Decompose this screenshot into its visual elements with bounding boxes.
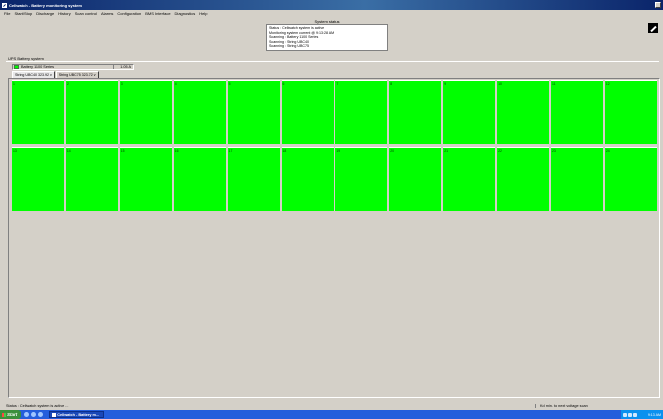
cell-block[interactable]: 7 (335, 80, 388, 144)
cell-number: 20 (390, 149, 395, 153)
cell-number: 15 (120, 149, 125, 153)
cell-grid: 1 2 3 4 5 6 7 8 9 10 11 12 13 14 15 16 17 18 19 20 21 22 23 24 (12, 80, 659, 215)
cell-block[interactable]: 12 (604, 80, 657, 144)
menu-bms-interface[interactable]: BMS Interface (145, 11, 170, 16)
tab-string-ubc75[interactable]: String UBC75 323.72 v (55, 71, 99, 78)
menu-diagnostics[interactable]: Diagnostics (175, 11, 196, 16)
cell-block[interactable]: 9 (443, 80, 496, 144)
status-line: Scanning : String UBC75 (269, 44, 309, 49)
cell-block[interactable]: 1 (12, 80, 64, 144)
media-icon[interactable] (38, 412, 44, 417)
taskbar-item-cellwatch[interactable]: Cellwatch - Battery m... (49, 411, 105, 418)
cell-number: 4 (174, 82, 177, 86)
window-controls (655, 2, 661, 8)
menu-help[interactable]: Help (199, 11, 207, 16)
security-icon[interactable] (633, 412, 637, 417)
menu-scan-control[interactable]: Scan control (75, 11, 97, 16)
cell-block[interactable]: 19 (335, 147, 388, 211)
network-icon[interactable] (623, 412, 627, 417)
start-button[interactable]: Start (0, 410, 22, 419)
string-tabs: String UBC40 323.92 v String UBC75 323.7… (12, 71, 100, 78)
cell-number: 17 (228, 149, 233, 153)
app-icon (2, 2, 7, 8)
desktop-icon[interactable] (31, 412, 37, 417)
cell-number: 24 (605, 149, 610, 153)
cell-block[interactable]: 8 (389, 80, 442, 144)
cell-number: 8 (390, 82, 393, 86)
next-scan-text: Kd min. to next voltage scan (535, 404, 663, 408)
cell-number: 10 (498, 82, 502, 86)
cell-number: 16 (174, 149, 179, 153)
cell-block[interactable]: 22 (497, 147, 550, 211)
cell-number: 9 (444, 82, 447, 86)
menu-history[interactable]: History (58, 11, 70, 16)
cell-number: 14 (66, 149, 71, 153)
cell-number: 12 (605, 82, 610, 86)
cell-number: 7 (336, 82, 339, 86)
title-bar: Cellwatch - Battery monitoring system (0, 0, 663, 10)
cell-block[interactable]: 20 (389, 147, 442, 211)
windows-logo-icon (2, 412, 6, 417)
section-divider (6, 61, 659, 62)
cell-block[interactable]: 10 (497, 80, 550, 144)
cell-number: 5 (228, 82, 231, 86)
quick-launch (24, 412, 44, 417)
system-status-box: System status Status : Cellwatch system … (266, 19, 388, 51)
cell-number: 2 (66, 82, 69, 86)
cell-number: 23 (552, 149, 556, 153)
cell-number: 18 (282, 149, 287, 153)
menu-discharge[interactable]: Discharge (36, 11, 54, 16)
status-bar: Status : Cellwatch system is active ... … (0, 403, 663, 409)
tab-string-ubc40[interactable]: String UBC40 323.92 v (12, 71, 55, 78)
cell-block[interactable]: 11 (551, 80, 603, 144)
cell-number: 21 (444, 149, 448, 153)
cell-number: 13 (13, 149, 17, 153)
menu-bar: File Start/Stop Discharge History Scan c… (0, 10, 663, 17)
cell-block[interactable]: 16 (173, 147, 226, 211)
cell-block[interactable]: 13 (12, 147, 64, 211)
cell-block[interactable]: 24 (604, 147, 657, 211)
cell-number: 6 (282, 82, 285, 86)
cell-block[interactable]: 3 (119, 80, 172, 144)
cell-block[interactable]: 18 (281, 147, 334, 211)
start-label: Start (7, 412, 18, 417)
system-status-list[interactable]: Status : Cellwatch system is active Moni… (266, 24, 388, 51)
cell-block[interactable]: 23 (551, 147, 603, 211)
menu-start-stop[interactable]: Start/Stop (14, 11, 32, 16)
cell-block[interactable]: 4 (173, 80, 226, 144)
status-text: Status : Cellwatch system is active ... (6, 404, 69, 408)
cell-block[interactable]: 15 (119, 147, 172, 211)
volume-icon[interactable] (628, 412, 632, 417)
menu-alarms[interactable]: Alarms (101, 11, 113, 16)
cellwatch-logo-icon (648, 23, 658, 33)
battery-reading: 1.05 A (113, 65, 133, 69)
window-title: Cellwatch - Battery monitoring system (9, 2, 82, 8)
close-icon[interactable] (655, 2, 661, 8)
menu-configuration[interactable]: Configuration (117, 11, 141, 16)
cell-block[interactable]: 21 (443, 147, 496, 211)
cell-number: 11 (552, 82, 556, 86)
browser-icon[interactable] (24, 412, 30, 417)
battery-status-icon (14, 65, 19, 69)
taskbar-item-label: Cellwatch - Battery m... (57, 412, 100, 417)
cell-number: 19 (336, 149, 341, 153)
cell-block[interactable]: 14 (65, 147, 118, 211)
cell-block[interactable]: 6 (281, 80, 334, 144)
system-tray: 9:13 AM (621, 410, 663, 419)
cell-block[interactable]: 5 (227, 80, 280, 144)
battery-name: Battery 1100 Series (21, 65, 55, 69)
app-icon (52, 412, 57, 417)
cell-block[interactable]: 2 (65, 80, 118, 144)
cell-block[interactable]: 17 (227, 147, 280, 211)
cell-number: 22 (498, 149, 502, 153)
menu-file[interactable]: File (4, 11, 10, 16)
cell-number: 1 (13, 82, 15, 86)
taskbar: Start Cellwatch - Battery m... 9:13 AM (0, 410, 663, 419)
clock: 9:13 AM (647, 412, 661, 417)
cell-number: 3 (120, 82, 123, 86)
battery-selector[interactable]: Battery 1100 Series 1.05 A (12, 64, 134, 70)
